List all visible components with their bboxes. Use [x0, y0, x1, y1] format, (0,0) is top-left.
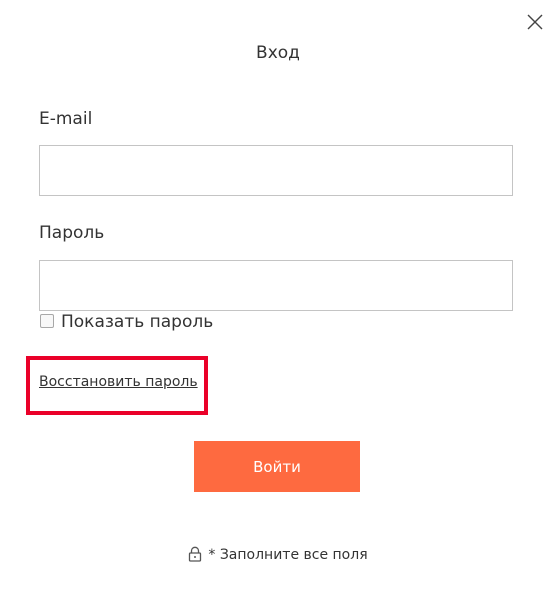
show-password-checkbox[interactable] [40, 314, 54, 328]
close-icon [527, 14, 543, 30]
password-field[interactable] [39, 260, 513, 311]
dialog-title: Вход [256, 43, 300, 63]
lock-icon [188, 546, 202, 562]
show-password-toggle[interactable]: Показать пароль [40, 312, 213, 332]
footer-note-text: * Заполните все поля [208, 547, 368, 563]
email-field[interactable] [39, 145, 513, 196]
show-password-label: Показать пароль [61, 312, 214, 332]
login-button[interactable]: Войти [194, 441, 360, 492]
close-button[interactable] [525, 12, 545, 32]
email-label: E-mail [39, 109, 93, 129]
restore-password-link[interactable]: Восстановить пароль [39, 374, 198, 390]
required-fields-note: * Заполните все поля [0, 546, 556, 563]
password-label: Пароль [39, 223, 105, 243]
